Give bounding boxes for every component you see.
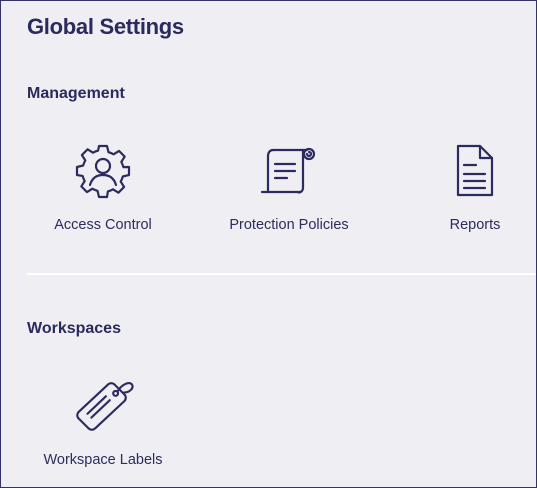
workspace-labels-label: Workspace Labels bbox=[43, 452, 163, 468]
section-heading-management: Management bbox=[27, 85, 125, 102]
tag-icon bbox=[71, 374, 135, 438]
section-heading-workspaces: Workspaces bbox=[27, 320, 121, 337]
document-icon bbox=[443, 139, 507, 203]
workspace-labels-tile[interactable]: Workspace Labels bbox=[13, 374, 193, 484]
section-divider bbox=[27, 273, 536, 275]
reports-label: Reports bbox=[449, 217, 501, 233]
protection-policies-tile[interactable]: Protection Policies bbox=[199, 139, 379, 249]
global-settings-panel: Global Settings Management Access Contro… bbox=[0, 0, 537, 488]
access-control-label: Access Control bbox=[54, 217, 152, 233]
protection-policies-label: Protection Policies bbox=[229, 217, 349, 233]
access-control-tile[interactable]: Access Control bbox=[13, 139, 193, 249]
reports-tile[interactable]: Reports bbox=[385, 139, 536, 249]
gear-user-icon bbox=[71, 139, 135, 203]
page-title: Global Settings bbox=[27, 14, 184, 39]
scroll-icon bbox=[257, 139, 321, 203]
